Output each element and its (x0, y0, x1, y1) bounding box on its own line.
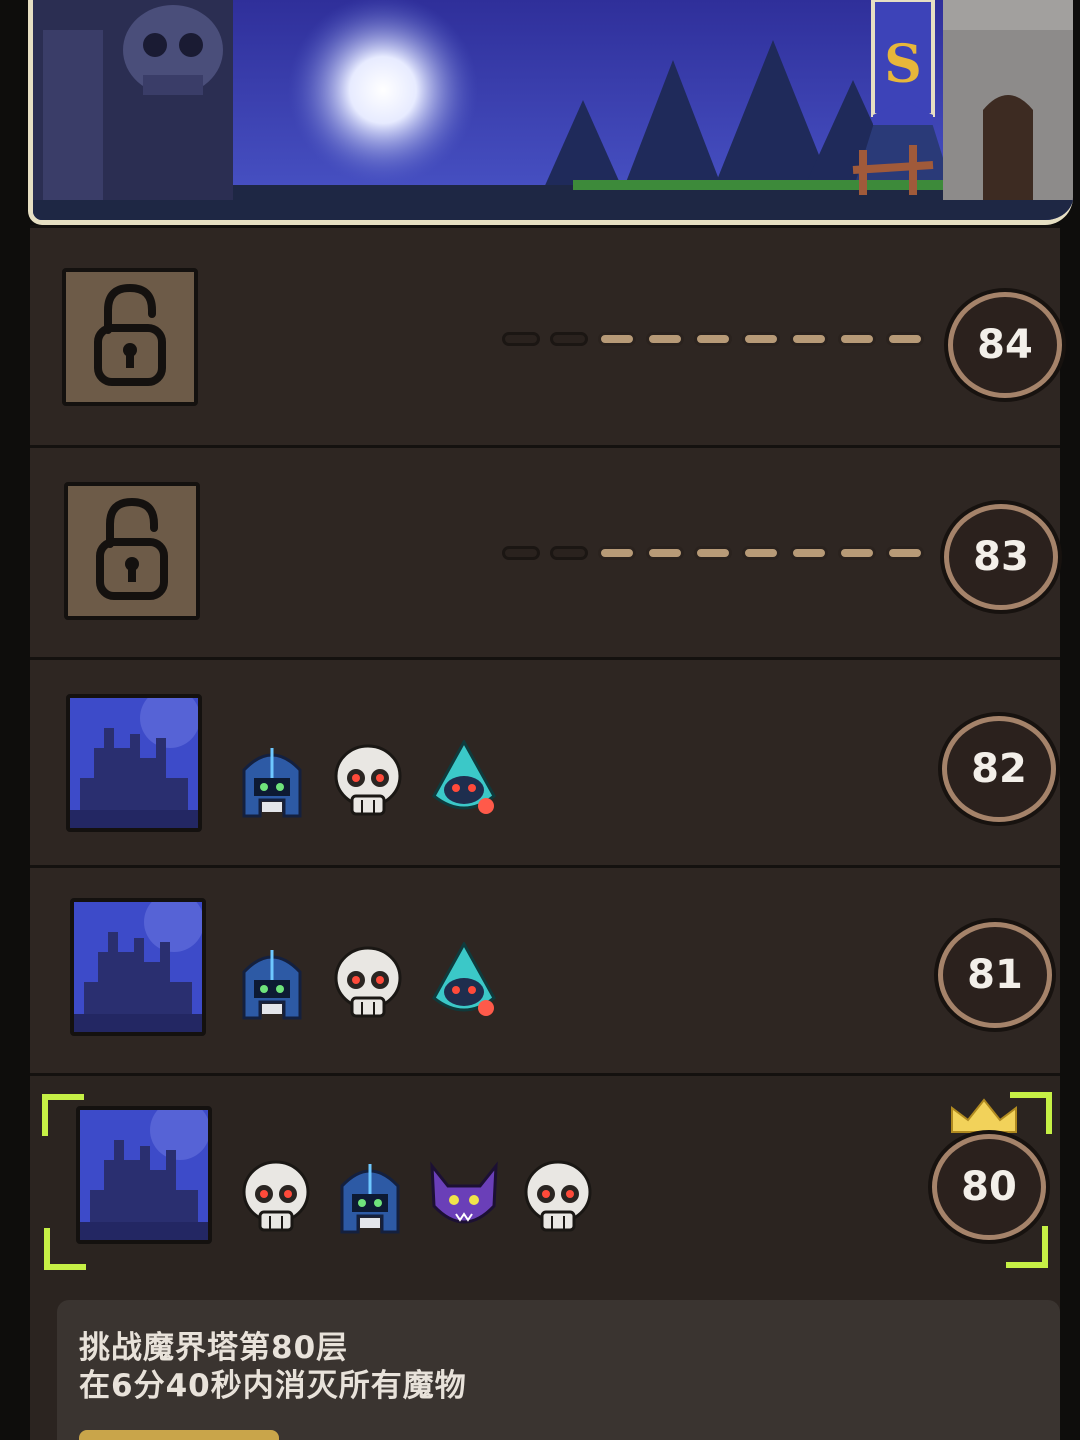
level-progress-dashes (502, 546, 924, 560)
level-progress-dashes (502, 332, 924, 346)
hooded-ghost-icon (432, 740, 496, 814)
challenge-info-panel: 挑战魔界塔第80层 在6分40秒内消灭所有魔物 (57, 1300, 1060, 1440)
level-number-badge: 83 (944, 504, 1058, 610)
flag-icon: S (871, 0, 935, 125)
dark-castle-icon (74, 892, 204, 1032)
crown-icon (951, 1098, 1017, 1133)
padlock-icon (94, 283, 166, 386)
skull-icon (334, 946, 402, 1018)
armored-knight-icon (242, 950, 302, 1020)
monster-list (236, 740, 500, 820)
dark-castle-icon (80, 1100, 210, 1240)
challenge-objective: 在6分40秒内消灭所有魔物 (79, 1368, 467, 1404)
level-row-84[interactable]: 84 (30, 225, 1062, 445)
locked-level-thumbnail (64, 482, 200, 620)
armored-knight-icon (340, 1164, 400, 1234)
castle-stage-thumbnail (66, 688, 202, 832)
tower-level-select-screen: S 84 83 82 81 80 挑战魔界塔第80层 在6分40秒内消灭所有魔物 (0, 0, 1080, 1440)
dark-castle-icon (70, 688, 200, 828)
start-challenge-button[interactable] (79, 1430, 279, 1440)
locked-level-thumbnail (62, 268, 198, 406)
level-list: 84 83 82 81 80 (30, 225, 1062, 1440)
monster-list (236, 942, 500, 1022)
level-number-badge: 80 (932, 1134, 1046, 1240)
level-row-80-selected[interactable]: 80 (30, 1073, 1060, 1283)
level-number-badge: 82 (942, 716, 1056, 822)
level-number-badge: 84 (948, 292, 1062, 398)
level-row-81[interactable]: 81 (30, 865, 1060, 1073)
level-row-82[interactable]: 82 (30, 657, 1060, 865)
hooded-ghost-icon (432, 942, 496, 1016)
skull-castle-icon (33, 0, 233, 200)
armored-knight-icon (242, 748, 302, 818)
monster-list (240, 1156, 594, 1236)
castle-stage-thumbnail (70, 892, 206, 1036)
skull-icon (524, 1160, 592, 1232)
night-castle-scene: S (33, 0, 1073, 220)
moon-icon (288, 0, 478, 185)
bat-icon (430, 1161, 498, 1224)
castle-stage-thumbnail (76, 1100, 212, 1244)
level-row-83[interactable]: 83 (30, 445, 1060, 657)
skull-icon (334, 744, 402, 816)
level-number-badge: 81 (938, 922, 1052, 1028)
stone-tower-icon (943, 0, 1073, 200)
svg-text:S: S (884, 34, 922, 95)
skull-icon (242, 1160, 310, 1232)
tower-banner: S (28, 0, 1073, 225)
padlock-icon (96, 497, 168, 600)
